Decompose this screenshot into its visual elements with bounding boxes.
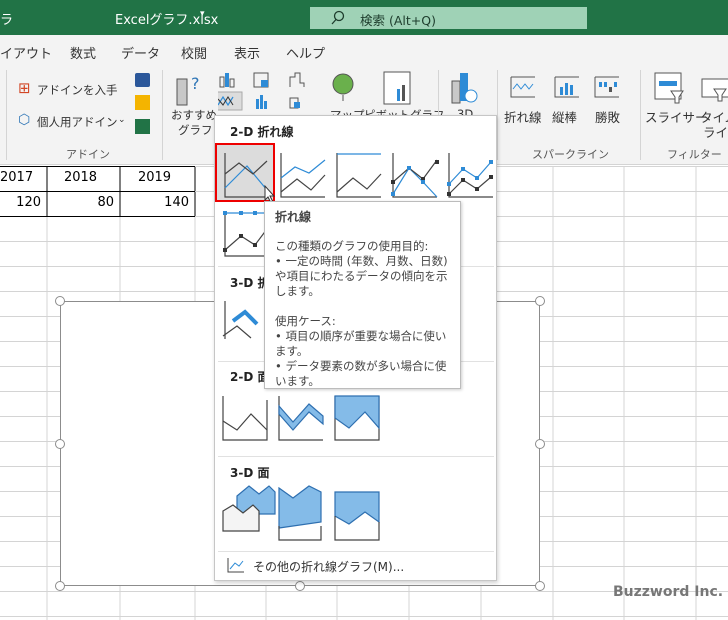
search-icon xyxy=(331,10,345,25)
watermark: Buzzword Inc. xyxy=(613,584,724,600)
tooltip-usage-1: • 項目の順序が重要な場合に使います。 xyxy=(275,329,447,358)
search-placeholder: 検索 (Alt+Q) xyxy=(360,13,436,28)
bing-icon[interactable] xyxy=(135,95,150,110)
chart-type-buttons[interactable] xyxy=(218,71,318,111)
group-addins: アドイン xyxy=(66,148,110,161)
tab-layout[interactable]: イアウト xyxy=(0,43,52,62)
slicer-icon[interactable] xyxy=(653,71,685,105)
personal-addins-button[interactable]: 個人用アドイン xyxy=(37,114,118,130)
header-cell[interactable]: 2019 xyxy=(120,170,195,185)
recommended-charts-icon[interactable]: ? xyxy=(175,71,207,107)
resize-handle[interactable] xyxy=(55,296,65,306)
title-fragment: ラ xyxy=(0,13,14,28)
slicer-button[interactable]: スライサー xyxy=(645,107,708,126)
chevron-down-icon[interactable]: ⌄ xyxy=(118,115,126,125)
visio-icon[interactable] xyxy=(135,73,150,87)
sparkline-line-icon[interactable] xyxy=(509,75,537,99)
chevron-down-icon[interactable]: ▾ xyxy=(200,9,205,19)
sparkline-column-button[interactable]: 縦棒 xyxy=(552,107,577,126)
resize-handle[interactable] xyxy=(535,581,545,591)
value-cell[interactable]: 140 xyxy=(120,195,195,210)
group-filters: フィルター xyxy=(667,148,722,161)
resize-handle[interactable] xyxy=(535,439,545,449)
store-icon: ⊞ xyxy=(18,79,31,97)
group-sparklines: スパークライン xyxy=(532,148,609,161)
tooltip-title: 折れ線 xyxy=(275,210,312,224)
tooltip-usage-2: • データ要素の数が多い場合に使います。 xyxy=(275,359,447,388)
svg-text:?: ? xyxy=(191,74,200,93)
personal-addins-icon: ⬡ xyxy=(18,112,31,128)
tooltip-purpose-heading: この種類のグラフの使用目的: xyxy=(275,239,429,253)
get-addins-button[interactable]: アドインを入手 xyxy=(37,82,118,98)
search-box[interactable]: 検索 (Alt+Q) xyxy=(310,7,587,29)
sparkline-winloss-button[interactable]: 勝敗 xyxy=(595,107,620,126)
recommended-charts-label-1[interactable]: おすすめ xyxy=(171,107,217,123)
timeline-icon[interactable] xyxy=(700,71,728,105)
tab-formulas[interactable]: 数式 xyxy=(70,43,96,62)
people-graph-icon[interactable] xyxy=(135,119,150,134)
header-cell[interactable]: 2018 xyxy=(47,170,120,185)
map-icon[interactable] xyxy=(330,71,356,103)
pivot-chart-icon[interactable] xyxy=(383,71,411,105)
3d-map-icon[interactable] xyxy=(450,71,480,105)
line-chart-icon xyxy=(227,558,244,573)
header-cell[interactable]: 2017 xyxy=(0,170,47,185)
resize-handle[interactable] xyxy=(535,296,545,306)
section-3d-area: 3-D 面 xyxy=(230,466,270,480)
resize-handle[interactable] xyxy=(55,581,65,591)
tab-help[interactable]: ヘルプ xyxy=(286,43,325,62)
sparkline-column-icon[interactable] xyxy=(553,75,581,99)
more-line-charts-label: その他の折れ線グラフ(M)... xyxy=(253,560,405,574)
resize-handle[interactable] xyxy=(55,439,65,449)
tab-view[interactable]: 表示 xyxy=(234,43,260,62)
more-line-charts-button[interactable]: その他の折れ線グラフ(M)... xyxy=(221,555,491,577)
tooltip-usage-heading: 使用ケース: xyxy=(275,314,336,328)
tooltip: 折れ線 この種類のグラフの使用目的: • 一定の時間 (年数、月数、日数) や項… xyxy=(264,201,461,389)
title-bar: ラ Excelグラフ.xlsx ▾ 検索 (Alt+Q) xyxy=(0,0,728,35)
recommended-charts-label-2[interactable]: グラフ xyxy=(178,122,213,138)
value-cell[interactable]: 80 xyxy=(47,195,120,210)
sparkline-winloss-icon[interactable] xyxy=(593,75,621,99)
resize-handle[interactable] xyxy=(295,581,305,591)
value-cell[interactable]: 120 xyxy=(0,195,47,210)
sparkline-line-button[interactable]: 折れ線 xyxy=(504,107,542,126)
tab-review[interactable]: 校閲 xyxy=(181,43,207,62)
tooltip-purpose: • 一定の時間 (年数、月数、日数) や項目にわたるデータの傾向を示します。 xyxy=(275,254,448,298)
menu-tabs: イアウト 数式 データ 校閲 表示 ヘルプ xyxy=(0,35,728,65)
timeline-label-2[interactable]: ライン xyxy=(703,122,728,141)
tab-data[interactable]: データ xyxy=(121,43,160,62)
